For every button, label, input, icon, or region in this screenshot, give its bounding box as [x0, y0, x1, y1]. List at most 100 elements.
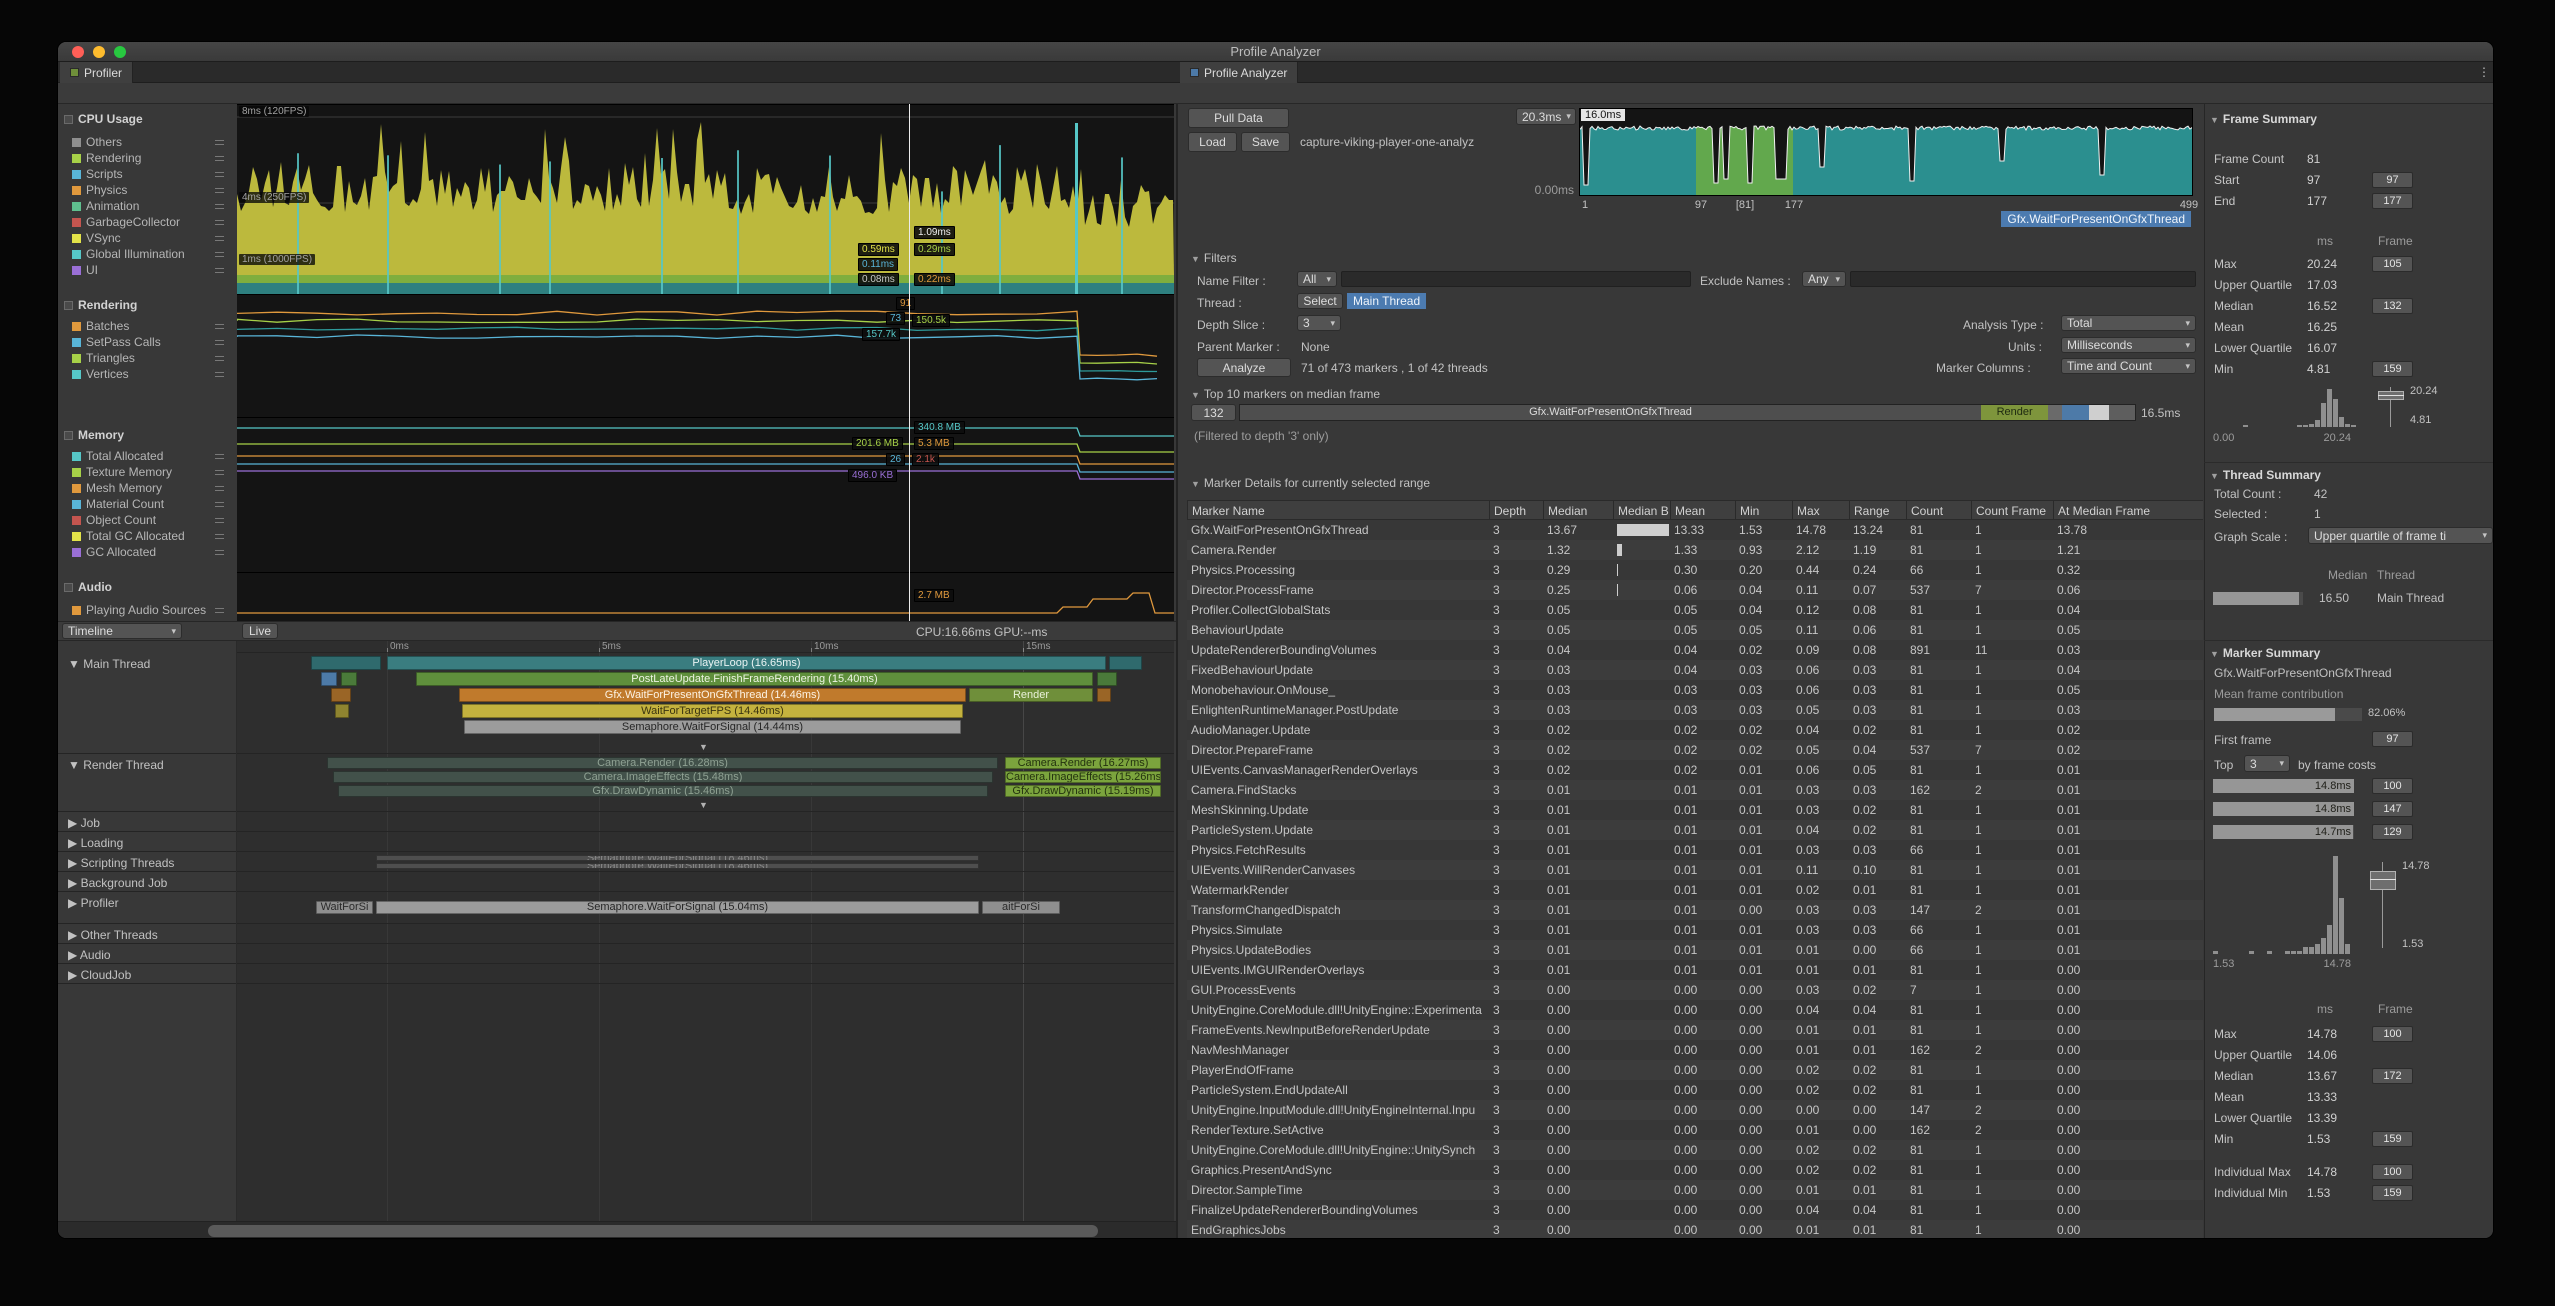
- top10-segment[interactable]: Render: [1981, 405, 2048, 420]
- timeline-span[interactable]: [341, 672, 357, 686]
- table-row[interactable]: Director.PrepareFrame30.020.020.020.050.…: [1187, 740, 2203, 760]
- tab-profile-analyzer[interactable]: Profile Analyzer: [1180, 62, 1298, 83]
- selected-frame-line[interactable]: [909, 104, 910, 621]
- legend-item[interactable]: VSync: [72, 230, 232, 246]
- frame-summary-header[interactable]: ▼Frame Summary: [2210, 112, 2317, 126]
- legend-toggle-icon[interactable]: [215, 340, 224, 345]
- timeline-thread-main-thread[interactable]: ▼ Main Thread: [58, 653, 236, 754]
- column-header[interactable]: Median B: [1613, 501, 1670, 519]
- legend-item[interactable]: Scripts: [72, 166, 232, 182]
- timeline-span[interactable]: Semaphore.WaitForSignal (14.44ms): [464, 720, 961, 734]
- legend-toggle-icon[interactable]: [215, 356, 224, 361]
- table-row[interactable]: Physics.Simulate30.010.010.010.030.03661…: [1187, 920, 2203, 940]
- legend-toggle-icon[interactable]: [215, 156, 224, 161]
- table-row[interactable]: Monobehaviour.OnMouse_30.030.030.030.060…: [1187, 680, 2203, 700]
- thread-summary-header[interactable]: ▼Thread Summary: [2210, 468, 2321, 482]
- chart-scale-dropdown[interactable]: 20.3ms: [1516, 108, 1576, 125]
- load-button[interactable]: Load: [1188, 132, 1237, 152]
- legend-item[interactable]: Physics: [72, 182, 232, 198]
- legend-item[interactable]: Triangles: [72, 350, 232, 366]
- audio-chart[interactable]: [237, 572, 1174, 621]
- close-window-button[interactable]: [72, 46, 84, 58]
- exclude-names-input[interactable]: [1850, 271, 2196, 287]
- legend-toggle-icon[interactable]: [215, 534, 224, 539]
- timeline-span[interactable]: [311, 656, 381, 670]
- timeline-thread-job[interactable]: ▶ Job: [58, 812, 236, 832]
- goto-frame-button[interactable]: 159: [2372, 361, 2413, 377]
- legend-toggle-icon[interactable]: [215, 486, 224, 491]
- first-frame-button[interactable]: 97: [2372, 731, 2413, 747]
- column-header[interactable]: At Median Frame: [2053, 501, 2203, 519]
- frame-histogram[interactable]: [2213, 387, 2371, 427]
- goto-frame-button[interactable]: 177: [2372, 193, 2413, 209]
- analyze-button[interactable]: Analyze: [1197, 358, 1291, 377]
- module-header[interactable]: Rendering: [64, 298, 137, 312]
- timeline-span[interactable]: [321, 672, 337, 686]
- table-row[interactable]: UIEvents.WillRenderCanvases30.010.010.01…: [1187, 860, 2203, 880]
- depth-slice-dropdown[interactable]: 3: [1297, 315, 1341, 331]
- timeline-span[interactable]: [331, 688, 351, 702]
- goto-frame-button[interactable]: 100: [2372, 1164, 2413, 1180]
- module-header[interactable]: Memory: [64, 428, 124, 442]
- thread-select-button[interactable]: Select: [1297, 293, 1343, 309]
- marker-summary-header[interactable]: ▼Marker Summary: [2210, 646, 2320, 660]
- module-header[interactable]: Audio: [64, 580, 112, 594]
- timeline-canvas[interactable]: 0ms5ms10ms15msPlayerLoop (16.65ms)PostLa…: [237, 641, 1174, 1221]
- goto-frame-button[interactable]: 100: [2372, 778, 2413, 794]
- table-row[interactable]: MeshSkinning.Update30.010.010.010.030.02…: [1187, 800, 2203, 820]
- thread-name-value[interactable]: Main Thread: [2377, 591, 2444, 605]
- timeline-span[interactable]: [1109, 656, 1142, 670]
- column-header[interactable]: Count Frame: [1971, 501, 2053, 519]
- timeline-span[interactable]: [335, 704, 349, 718]
- timeline-span[interactable]: Camera.Render (16.28ms): [327, 757, 998, 769]
- legend-item[interactable]: Others: [72, 134, 232, 150]
- marker-columns-dropdown[interactable]: Time and Count: [2061, 358, 2196, 374]
- timeline-span[interactable]: Gfx.DrawDynamic (15.46ms): [338, 785, 988, 797]
- goto-frame-button[interactable]: 172: [2372, 1068, 2413, 1084]
- timeline-thread-render-thread[interactable]: ▼ Render Thread: [58, 754, 236, 812]
- legend-item[interactable]: Material Count: [72, 496, 232, 512]
- table-row[interactable]: GUI.ProcessEvents30.000.000.000.030.0271…: [1187, 980, 2203, 1000]
- table-row[interactable]: Profiler.CollectGlobalStats30.050.050.04…: [1187, 600, 2203, 620]
- legend-item[interactable]: GC Allocated: [72, 544, 232, 560]
- top10-segment[interactable]: [2062, 405, 2089, 420]
- table-row[interactable]: UnityEngine.CoreModule.dll!UnityEngine::…: [1187, 1140, 2203, 1160]
- timeline-span[interactable]: Semaphore.WaitForSignal (18.46ms): [376, 863, 979, 869]
- table-row[interactable]: FinalizeUpdateRendererBoundingVolumes30.…: [1187, 1200, 2203, 1220]
- table-row[interactable]: Physics.UpdateBodies30.010.010.010.010.0…: [1187, 940, 2203, 960]
- marker-details-foldout[interactable]: ▼Marker Details for currently selected r…: [1191, 476, 1430, 490]
- timeline-span[interactable]: Camera.ImageEffects (15.26ms): [1005, 771, 1161, 783]
- module-header[interactable]: CPU Usage: [64, 112, 143, 126]
- timeline-span[interactable]: WaitForSi: [316, 901, 373, 914]
- timeline-thread-cloudjob[interactable]: ▶ CloudJob: [58, 964, 236, 984]
- legend-item[interactable]: Texture Memory: [72, 464, 232, 480]
- save-button[interactable]: Save: [1241, 132, 1290, 152]
- timeline-thread-profiler[interactable]: ▶ Profiler: [58, 892, 236, 924]
- column-header[interactable]: Count: [1906, 501, 1971, 519]
- column-header[interactable]: Max: [1792, 501, 1849, 519]
- timeline-span[interactable]: Render: [969, 688, 1093, 702]
- table-row[interactable]: UIEvents.CanvasManagerRenderOverlays30.0…: [1187, 760, 2203, 780]
- top10-bar[interactable]: Gfx.WaitForPresentOnGfxThreadRender: [1239, 404, 2136, 421]
- rendering-chart[interactable]: [237, 294, 1174, 417]
- timeline-span[interactable]: Semaphore.WaitForSignal (18.46ms): [376, 855, 979, 861]
- timeline-span[interactable]: [1097, 672, 1117, 686]
- thread-value-chip[interactable]: Main Thread: [1347, 293, 1426, 309]
- legend-item[interactable]: GarbageCollector: [72, 214, 232, 230]
- minimize-window-button[interactable]: [93, 46, 105, 58]
- panel-menu-icon[interactable]: ⋮: [2478, 65, 2490, 79]
- frame-time-chart[interactable]: [1579, 108, 2193, 196]
- name-filter-mode-dropdown[interactable]: All: [1297, 271, 1337, 287]
- exclude-mode-dropdown[interactable]: Any: [1802, 271, 1846, 287]
- legend-toggle-icon[interactable]: [215, 252, 224, 257]
- goto-frame-button[interactable]: 159: [2372, 1185, 2413, 1201]
- table-row[interactable]: EnlightenRuntimeManager.PostUpdate30.030…: [1187, 700, 2203, 720]
- top10-segment[interactable]: Gfx.WaitForPresentOnGfxThread: [1240, 405, 1981, 420]
- column-header[interactable]: Min: [1735, 501, 1792, 519]
- timeline-span[interactable]: WaitForTargetFPS (14.46ms): [462, 704, 963, 718]
- timeline-thread-scripting-threads[interactable]: ▶ Scripting Threads: [58, 852, 236, 872]
- legend-item[interactable]: Mesh Memory: [72, 480, 232, 496]
- timeline-thread-background-job[interactable]: ▶ Background Job: [58, 872, 236, 892]
- legend-item[interactable]: Total Allocated: [72, 448, 232, 464]
- table-row[interactable]: EndGraphicsJobs30.000.000.000.010.018110…: [1187, 1220, 2203, 1239]
